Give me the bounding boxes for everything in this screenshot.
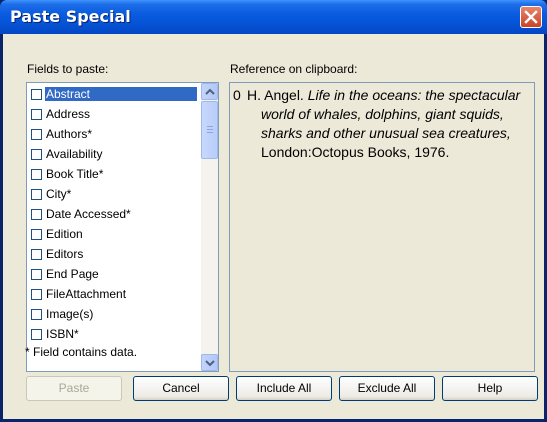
field-item-date-accessed[interactable]: Date Accessed* (28, 205, 198, 225)
field-item-edition[interactable]: Edition (28, 225, 198, 245)
chevron-down-icon (205, 360, 215, 367)
field-label: Book Title* (46, 167, 104, 181)
title-bar[interactable]: Paste Special (0, 0, 547, 34)
exclude-all-button[interactable]: Exclude All (339, 376, 435, 401)
field-item-images[interactable]: Image(s) (28, 305, 198, 325)
reference-label: Reference on clipboard: (230, 62, 358, 76)
field-checkbox[interactable] (31, 309, 42, 320)
grip-line (207, 126, 213, 127)
field-checkbox[interactable] (31, 269, 42, 280)
paste-special-dialog: Paste Special Fields to paste: Reference… (0, 0, 547, 422)
include-all-button[interactable]: Include All (236, 376, 332, 401)
field-item-city[interactable]: City* (28, 185, 198, 205)
cancel-button[interactable]: Cancel (133, 376, 229, 401)
field-checkbox[interactable] (31, 109, 42, 120)
field-checkbox[interactable] (31, 329, 42, 340)
field-data-note: * Field contains data. (25, 345, 138, 359)
field-item-book-title[interactable]: Book Title* (28, 165, 198, 185)
field-checkbox[interactable] (31, 249, 42, 260)
field-checkbox[interactable] (31, 209, 42, 220)
field-label: Image(s) (46, 307, 94, 321)
reference-publisher: London:Octopus Books, 1976. (261, 144, 450, 160)
field-checkbox[interactable] (31, 149, 42, 160)
field-label: Address (46, 107, 91, 121)
reference-box: 0 H. Angel. Life in the oceans: the spec… (229, 82, 535, 372)
reference-number: 0 (233, 87, 241, 103)
field-item-editors[interactable]: Editors (28, 245, 198, 265)
reference-author: H. Angel. (247, 87, 304, 103)
field-checkbox[interactable] (31, 189, 42, 200)
fields-scrollbar[interactable] (201, 83, 218, 371)
field-checkbox[interactable] (31, 229, 42, 240)
fields-listbox[interactable]: Abstract Address Authors* Availability B… (26, 82, 219, 372)
field-label: Edition (46, 227, 83, 241)
scroll-down-button[interactable] (201, 354, 218, 371)
close-button[interactable] (520, 6, 542, 28)
window-title: Paste Special (10, 7, 131, 26)
field-checkbox[interactable] (31, 89, 42, 100)
field-item-isbn[interactable]: ISBN* (28, 325, 198, 345)
close-icon (524, 10, 538, 24)
field-label: End Page (46, 267, 99, 281)
field-label: Date Accessed* (46, 207, 131, 221)
field-checkbox[interactable] (31, 289, 42, 300)
field-item-abstract[interactable]: Abstract (28, 85, 198, 105)
field-label: City* (46, 187, 72, 201)
field-label: ISBN* (46, 327, 79, 341)
field-label: Abstract (45, 87, 197, 101)
help-button[interactable]: Help (442, 376, 538, 401)
chevron-up-icon (205, 88, 215, 95)
field-checkbox[interactable] (31, 169, 42, 180)
scroll-thumb[interactable] (201, 101, 218, 159)
paste-button[interactable]: Paste (26, 376, 122, 401)
field-checkbox[interactable] (31, 129, 42, 140)
field-item-fileattachment[interactable]: FileAttachment (28, 285, 198, 305)
field-item-address[interactable]: Address (28, 105, 198, 125)
field-label: Availability (46, 147, 103, 161)
field-item-availability[interactable]: Availability (28, 145, 198, 165)
field-label: Authors* (46, 127, 93, 141)
grip-line (207, 129, 213, 130)
field-label: FileAttachment (46, 287, 127, 301)
fields-label: Fields to paste: (27, 62, 109, 76)
grip-line (207, 132, 213, 133)
field-item-authors[interactable]: Authors* (28, 125, 198, 145)
reference-body: H. Angel. Life in the oceans: the specta… (247, 86, 543, 162)
field-label: Editors (46, 247, 84, 261)
scroll-up-button[interactable] (201, 83, 218, 100)
field-item-end-page[interactable]: End Page (28, 265, 198, 285)
